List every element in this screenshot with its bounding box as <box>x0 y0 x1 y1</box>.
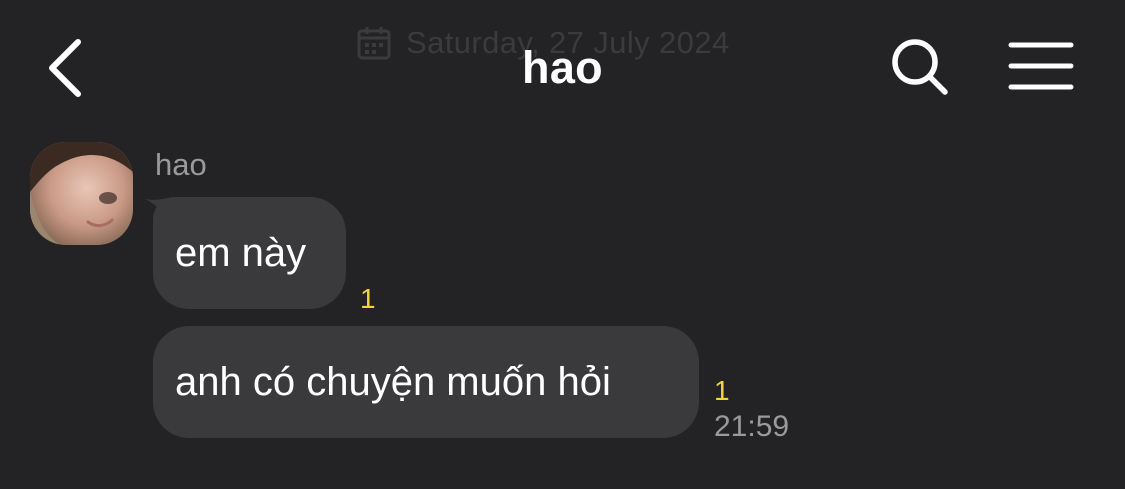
chat-title: hao <box>522 42 603 93</box>
sender-name: hao <box>155 147 207 182</box>
message-timestamp: 21:59 <box>714 410 790 443</box>
avatar[interactable] <box>30 142 133 245</box>
menu-button[interactable] <box>1006 36 1076 96</box>
chat-screen: Saturday, 27 July 2024 hao hao em này 1 … <box>0 0 1125 489</box>
search-icon <box>892 39 948 95</box>
chat-header: Saturday, 27 July 2024 hao <box>0 0 1125 135</box>
message-bubble[interactable]: em này <box>153 197 346 309</box>
unread-count: 1 <box>714 375 730 406</box>
message-text: anh có chuyện muốn hỏi <box>175 360 611 404</box>
search-button[interactable] <box>887 34 953 100</box>
message-bubble[interactable]: anh có chuyện muốn hỏi <box>153 326 699 438</box>
unread-count: 1 <box>360 283 376 314</box>
message-text: em này <box>175 231 307 275</box>
profile-photo <box>30 142 133 245</box>
hamburger-menu-icon <box>1008 42 1074 90</box>
